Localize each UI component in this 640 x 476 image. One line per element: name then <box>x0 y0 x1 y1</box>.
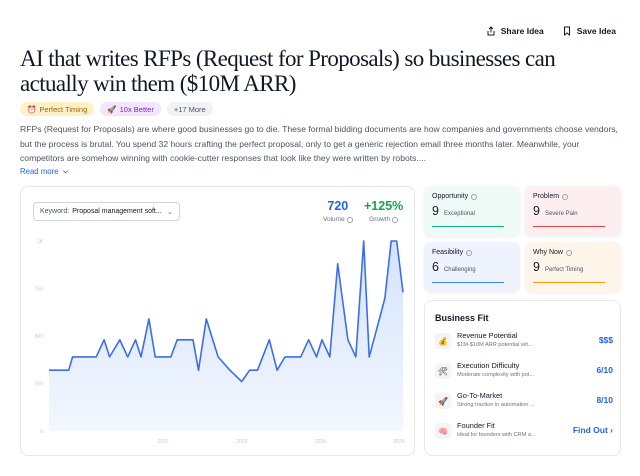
share-icon <box>487 26 495 36</box>
growth-value: +125% <box>364 199 404 213</box>
metric-bar <box>533 225 605 227</box>
x-tick-label: 2022 <box>158 439 169 445</box>
volume-value: 720 <box>327 199 349 213</box>
fit-name: Revenue Potential <box>457 331 518 340</box>
metric-bar <box>533 281 605 283</box>
metric-why-now[interactable]: Why Now 9 Perfect Timing <box>525 242 621 292</box>
x-tick-label: 2024 <box>315 439 326 445</box>
fit-row-revenue[interactable]: 💰 Revenue Potential $1M-$10M ARR potenti… <box>435 331 613 353</box>
fit-desc: $1M-$10M ARR potential wit... <box>457 342 533 348</box>
fit-desc: Strong traction in automation ... <box>457 402 535 408</box>
y-tick-label: 500 <box>35 334 44 340</box>
volume-stat: 720 Volume <box>323 199 353 223</box>
metric-title: Opportunity <box>432 193 469 200</box>
search-trend-chart: 0 250 500 750 1K 2022 2023 2024 2025 <box>35 239 405 445</box>
metric-label: Challenging <box>443 267 476 273</box>
metric-score: 9 <box>533 260 540 274</box>
trend-area <box>49 241 403 431</box>
save-idea-label: Save Idea <box>576 26 616 36</box>
fit-name: Go-To-Market <box>457 391 503 400</box>
tag-label: 10x Better <box>119 104 154 114</box>
metric-score: 9 <box>432 204 439 218</box>
alarm-clock-icon: ⏰ <box>27 104 37 114</box>
rocket-icon: 🚀 <box>435 393 451 409</box>
fit-value: $$$ <box>598 335 613 345</box>
metric-bar <box>432 225 504 227</box>
metric-opportunity[interactable]: Opportunity 9 Exceptional <box>424 186 520 236</box>
idea-description: RFPs (Request for Proposals) are where g… <box>20 124 618 163</box>
fit-desc: Ideal for founders with CRM a... <box>457 432 536 438</box>
chevron-right-icon: › <box>610 425 613 435</box>
save-idea-button[interactable]: Save Idea <box>562 26 616 36</box>
info-icon <box>562 193 569 200</box>
top-actions: Share Idea Save Idea <box>486 26 616 36</box>
keyword-select[interactable]: Keyword: Proposal management soft... ⌄ <box>33 202 180 221</box>
trend-chart-card: Keyword: Proposal management soft... ⌄ 7… <box>20 186 415 456</box>
tag-more[interactable]: +17 More <box>166 102 213 116</box>
share-idea-button[interactable]: Share Idea <box>486 26 544 36</box>
metric-score: 6 <box>432 260 439 274</box>
page-title: AI that writes RFPs (Request for Proposa… <box>20 46 556 96</box>
info-icon <box>392 216 399 223</box>
fit-value: 6/10 <box>596 365 613 375</box>
x-tick-label: 2023 <box>236 439 247 445</box>
rocket-icon: 🚀 <box>107 104 117 114</box>
read-more-link[interactable]: Read more <box>20 167 69 176</box>
bookmark-icon <box>563 26 570 36</box>
money-bag-icon: 💰 <box>435 333 451 349</box>
tools-icon: 🛠 <box>435 363 451 379</box>
info-icon <box>565 249 572 256</box>
fit-desc: Moderate complexity with pot... <box>457 372 535 378</box>
business-fit-card: Business Fit 💰 Revenue Potential $1M-$10… <box>424 300 621 456</box>
metric-label: Severe Pain <box>544 211 578 217</box>
metric-problem[interactable]: Problem 9 Severe Pain <box>525 186 621 236</box>
fit-value: Find Out <box>572 425 608 435</box>
metric-title: Feasibility <box>432 249 464 256</box>
growth-stat: +125% Growth <box>364 199 403 223</box>
fit-row-founder-fit[interactable]: 🧠 Founder Fit Ideal for founders with CR… <box>435 421 613 443</box>
tag-list: ⏰ Perfect Timing 🚀 10x Better +17 More <box>20 102 213 116</box>
metric-score: 9 <box>533 204 540 218</box>
read-more-label: Read more <box>20 167 59 176</box>
tag-label: Perfect Timing <box>39 104 88 114</box>
share-idea-label: Share Idea <box>500 26 544 36</box>
tag-label: +17 More <box>173 104 206 114</box>
find-out-link[interactable]: Find Out › <box>573 425 613 435</box>
fit-row-go-to-market[interactable]: 🚀 Go-To-Market Strong traction in automa… <box>435 391 613 413</box>
fit-name: Execution Difficulty <box>457 361 520 370</box>
chevron-down-icon <box>62 170 68 174</box>
metric-label: Exceptional <box>443 211 475 217</box>
business-fit-title: Business Fit <box>435 313 489 323</box>
y-tick-label: 250 <box>35 382 44 388</box>
chevron-down-icon: ⌄ <box>167 208 173 216</box>
growth-label: Growth <box>369 216 391 223</box>
keyword-value: Proposal management soft... <box>72 208 162 215</box>
keyword-label: Keyword: <box>40 208 70 215</box>
metric-feasibility[interactable]: Feasibility 6 Challenging <box>424 242 520 292</box>
fit-name: Founder Fit <box>457 421 495 430</box>
brain-icon: 🧠 <box>435 423 451 439</box>
y-tick-label: 750 <box>35 287 44 293</box>
metric-label: Perfect Timing <box>544 267 584 273</box>
metric-bar <box>432 281 504 283</box>
fit-row-execution[interactable]: 🛠 Execution Difficulty Moderate complexi… <box>435 361 613 383</box>
y-tick-label: 0 <box>40 429 43 435</box>
fit-value: 8/10 <box>596 395 613 405</box>
x-tick-label: 2025 <box>394 439 405 445</box>
metric-title: Why Now <box>533 249 563 256</box>
info-icon <box>471 193 478 200</box>
metric-title: Problem <box>533 193 560 200</box>
volume-label: Volume <box>323 216 345 223</box>
y-tick-label: 1K <box>37 239 44 245</box>
info-icon <box>466 249 473 256</box>
tag-perfect-timing[interactable]: ⏰ Perfect Timing <box>20 102 95 116</box>
info-icon <box>346 216 353 223</box>
tag-10x-better[interactable]: 🚀 10x Better <box>100 102 161 116</box>
